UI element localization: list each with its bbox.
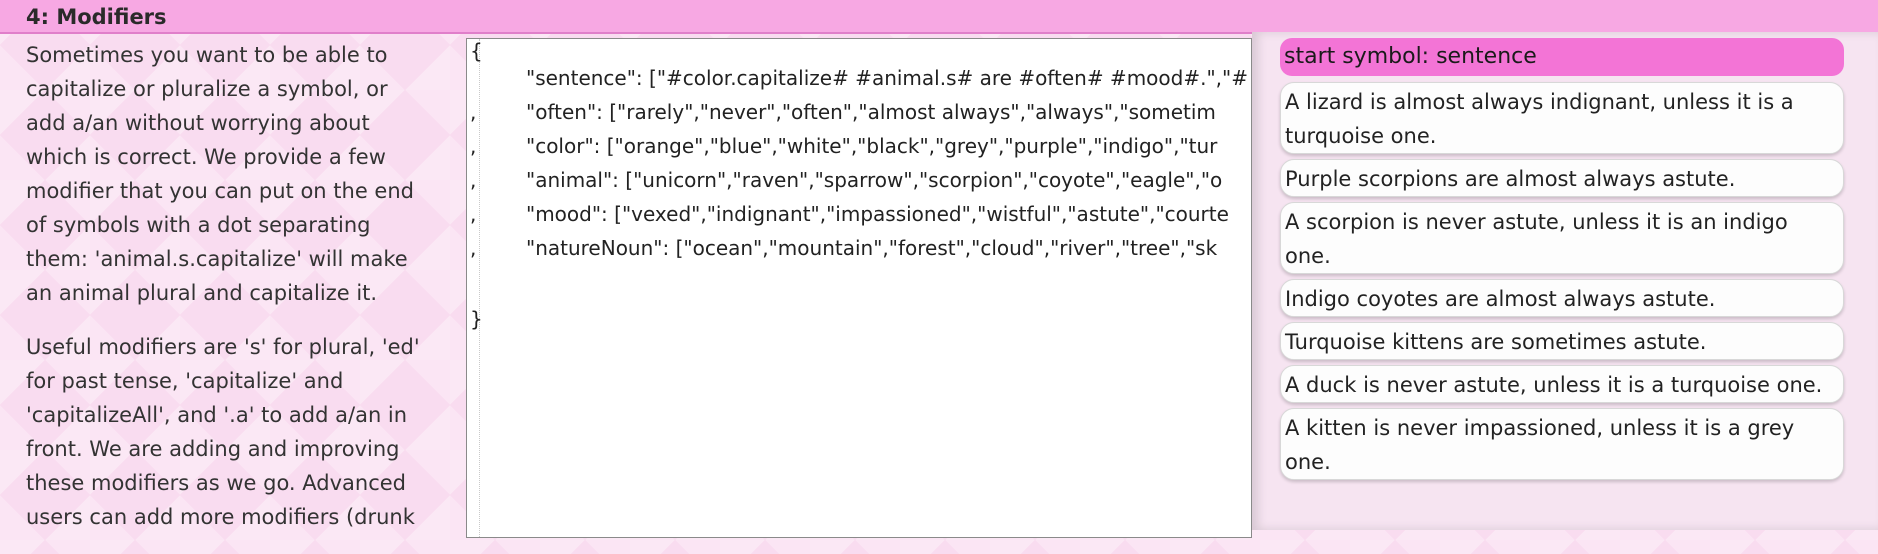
- close-brace: }: [470, 307, 483, 331]
- description-line: users can add more modifiers (drunk: [26, 505, 415, 529]
- generated-sentence[interactable]: A scorpion is never astute, unless it is…: [1280, 202, 1844, 274]
- line-comma: ,: [470, 100, 477, 124]
- description-line: modifier that you can put on the end: [26, 179, 414, 203]
- description-line: front. We are adding and improving: [26, 437, 400, 461]
- line-comma: ,: [470, 202, 477, 226]
- description-line: an animal plural and capitalize it.: [26, 281, 378, 305]
- generated-sentence-line: one.: [1285, 244, 1331, 268]
- description-line: 'capitalizeAll', and '.a' to add a/an in: [26, 403, 408, 427]
- code-line[interactable]: "natureNoun": ["ocean","mountain","fores…: [526, 236, 1217, 260]
- generated-sentence[interactable]: A lizard is almost always indignant, unl…: [1280, 82, 1844, 154]
- description-line: them: 'animal.s.capitalize' will make: [26, 247, 408, 271]
- code-line[interactable]: "animal": ["unicorn","raven","sparrow","…: [526, 168, 1222, 192]
- description-panel: Sometimes you want to be able to capitali…: [26, 38, 434, 554]
- grammar-editor[interactable]: { "sentence": ["#color.capitalize# #anima…: [466, 38, 1252, 538]
- generated-sentence-line: A scorpion is never astute, unless it is…: [1285, 210, 1788, 234]
- code-line[interactable]: "color": ["orange","blue","white","black…: [526, 134, 1217, 158]
- description-line: capitalize or pluralize a symbol, or: [26, 77, 388, 101]
- description-line: Useful modifiers are 's' for plural, 'ed…: [26, 335, 420, 359]
- section-title: 4: Modifiers: [26, 5, 167, 29]
- generated-sentence[interactable]: Indigo coyotes are almost always astute.: [1280, 279, 1844, 317]
- generated-sentence-line: one.: [1285, 450, 1331, 474]
- generated-sentence-line: Turquoise kittens are sometimes astute.: [1285, 330, 1707, 354]
- description-line: for past tense, 'capitalize' and: [26, 369, 344, 393]
- section-header: 4: Modifiers: [0, 0, 1878, 34]
- description-line: these modifiers as we go. Advanced: [26, 471, 407, 495]
- generated-sentence-line: A duck is never astute, unless it is a t…: [1285, 373, 1823, 397]
- line-comma: ,: [470, 168, 477, 192]
- generated-sentence[interactable]: A kitten is never impassioned, unless it…: [1280, 408, 1844, 480]
- code-line[interactable]: "mood": ["vexed","indignant","impassione…: [526, 202, 1229, 226]
- start-symbol-label[interactable]: start symbol: sentence: [1280, 38, 1844, 76]
- generated-sentence-line: turquoise one.: [1285, 124, 1437, 148]
- description-line: which is correct. We provide a few: [26, 145, 386, 169]
- code-line[interactable]: "often": ["rarely","never","often","almo…: [526, 100, 1216, 124]
- generated-sentence-line: Purple scorpions are almost always astut…: [1285, 167, 1736, 191]
- line-comma: ,: [470, 236, 477, 260]
- description-paragraph-2: Useful modifiers are 's' for plural, 'ed…: [26, 330, 434, 534]
- description-line: of symbols with a dot separating: [26, 213, 371, 237]
- open-brace: {: [470, 39, 483, 63]
- generated-sentence[interactable]: Purple scorpions are almost always astut…: [1280, 159, 1844, 197]
- generated-sentence[interactable]: A duck is never astute, unless it is a t…: [1280, 365, 1844, 403]
- generated-sentence[interactable]: Turquoise kittens are sometimes astute.: [1280, 322, 1844, 360]
- description-paragraph-1: Sometimes you want to be able to capitali…: [26, 38, 434, 310]
- generated-sentence-line: A kitten is never impassioned, unless it…: [1285, 416, 1795, 440]
- line-comma: ,: [470, 134, 477, 158]
- description-line: Sometimes you want to be able to: [26, 43, 388, 67]
- generated-sentence-line: A lizard is almost always indignant, unl…: [1285, 90, 1794, 114]
- code-line[interactable]: "sentence": ["#color.capitalize# #animal…: [526, 66, 1248, 90]
- generated-sentence-line: Indigo coyotes are almost always astute.: [1285, 287, 1716, 311]
- description-line: add a/an without worrying about: [26, 111, 370, 135]
